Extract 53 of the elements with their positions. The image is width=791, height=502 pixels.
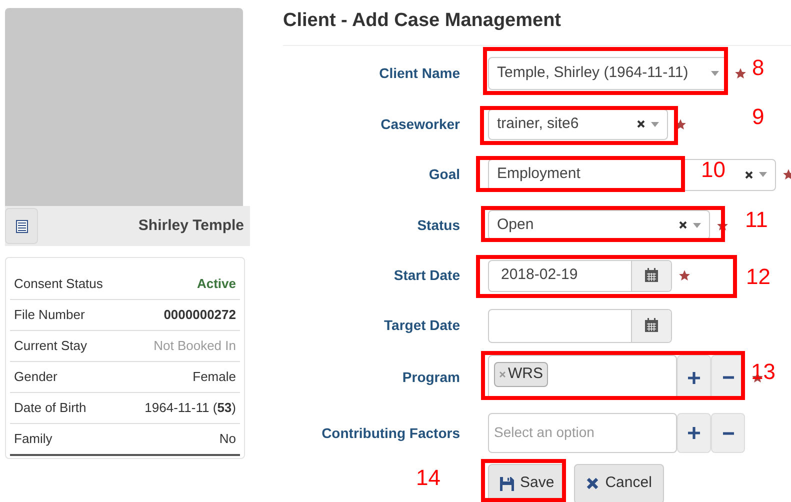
select-field[interactable]: Open <box>488 210 710 240</box>
plus-icon <box>688 372 700 384</box>
caret-icon <box>651 122 659 126</box>
tag-chip[interactable]: WRS <box>494 362 548 386</box>
date-field[interactable]: 2018-02-19 <box>488 260 672 292</box>
field-label: Contributing Factors <box>320 424 460 443</box>
info-value: Not Booked In <box>154 337 236 356</box>
info-value: Female <box>192 368 236 386</box>
info-label: Family <box>14 430 52 448</box>
info-label: Consent Status <box>14 274 103 293</box>
annotation-number: 9 <box>752 106 764 128</box>
close-icon <box>586 477 600 490</box>
notes-button[interactable] <box>5 208 38 244</box>
annotation-number: 14 <box>416 467 440 489</box>
calendar-icon[interactable] <box>631 260 671 290</box>
plus-icon <box>688 427 700 439</box>
annotation-number: 11 <box>745 209 768 231</box>
field-label: Goal <box>428 165 460 184</box>
add-button[interactable] <box>677 413 711 453</box>
client-name: Shirley Temple <box>138 216 244 236</box>
info-label: Date of Birth <box>14 399 86 418</box>
info-value: Active <box>196 274 236 293</box>
field-label: Start Date <box>392 266 460 285</box>
minus-icon <box>722 432 734 434</box>
date-field[interactable] <box>488 308 672 342</box>
caret-icon <box>693 222 701 228</box>
clear-icon[interactable] <box>637 120 645 128</box>
field-label: Target Date <box>383 316 460 335</box>
field-label: Status <box>416 216 460 234</box>
info-label: Gender <box>14 368 58 386</box>
info-value: No <box>219 430 236 448</box>
floppy-icon <box>500 476 514 490</box>
info-label: Current Stay <box>14 337 87 356</box>
minus-icon <box>722 376 734 379</box>
field-label: Caseworker <box>380 114 460 134</box>
page-title: Client - Add Case Management <box>283 0 791 46</box>
list-icon <box>16 220 28 232</box>
field-label: Program <box>401 368 460 387</box>
caret-icon <box>759 172 767 177</box>
calendar-icon[interactable] <box>631 310 671 342</box>
caret-icon <box>711 70 719 76</box>
info-value: 1964-11-11 (53) <box>144 399 236 418</box>
clear-icon[interactable] <box>679 221 687 229</box>
field-label: Client Name <box>378 64 460 82</box>
annotation-number: 8 <box>752 57 764 79</box>
clear-icon[interactable] <box>745 170 753 178</box>
cancel-button[interactable]: Cancel <box>574 464 664 502</box>
annotation-number: 13 <box>751 361 776 383</box>
annotation-number: 10 <box>701 159 726 181</box>
info-label: File Number <box>14 306 85 324</box>
info-value: 0000000272 <box>164 306 236 324</box>
annotation-number: 12 <box>746 266 770 288</box>
select-field[interactable]: trainer, site6 <box>488 108 668 140</box>
